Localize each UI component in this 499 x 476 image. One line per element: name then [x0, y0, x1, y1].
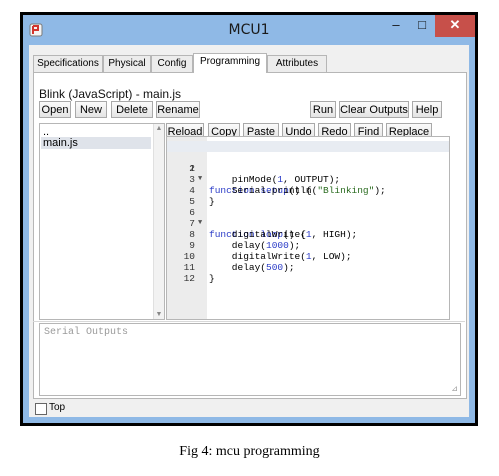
- code-line: 11 }: [167, 251, 224, 284]
- minimize-button[interactable]: –: [383, 15, 409, 37]
- code-line: 12: [167, 262, 224, 284]
- current-line-highlight: [167, 141, 449, 152]
- file-list-scrollbar[interactable]: ▲ ▼: [153, 124, 164, 319]
- maximize-button[interactable]: □: [409, 15, 435, 37]
- open-button[interactable]: Open: [39, 101, 71, 118]
- code-line: 10 delay(500);: [167, 240, 295, 273]
- scroll-up-icon[interactable]: ▲: [154, 125, 164, 132]
- code-line: 9 digitalWrite(1, LOW);: [167, 229, 351, 262]
- serial-placeholder: Serial Outputs: [44, 327, 129, 338]
- tab-programming[interactable]: Programming: [193, 53, 267, 73]
- top-label: Top: [49, 402, 66, 413]
- resize-grip-icon[interactable]: ⊿: [451, 384, 458, 393]
- mcu-window: MCU1 – □ ✕ Specifications Physical Confi…: [23, 15, 475, 423]
- file-title: Blink (JavaScript) - main.js: [39, 87, 182, 101]
- new-button[interactable]: New: [75, 101, 107, 118]
- close-button[interactable]: ✕: [435, 15, 475, 37]
- help-button[interactable]: Help: [412, 101, 442, 118]
- code-text: digitalWrite(1, HIGH);: [209, 229, 358, 240]
- clear-outputs-button[interactable]: Clear Outputs: [339, 101, 409, 118]
- code-text: Serial.println("Blinking");: [209, 185, 386, 196]
- panel-divider[interactable]: [33, 321, 465, 322]
- delete-button[interactable]: Delete: [111, 101, 153, 118]
- code-line: 6 ▼ function loop() {: [167, 196, 306, 240]
- tab-physical[interactable]: Physical: [103, 55, 151, 72]
- code-line: 8 delay(1000);: [167, 218, 300, 251]
- file-item-main-js[interactable]: main.js: [41, 137, 151, 149]
- code-line: 1 ▼ function setup() {: [167, 141, 449, 196]
- code-line: 2 pinMode(1, OUTPUT);: [167, 152, 340, 185]
- window-frame: MCU1 – □ ✕ Specifications Physical Confi…: [20, 12, 478, 426]
- code-line: 7 digitalWrite(1, HIGH);: [167, 207, 357, 240]
- tab-specifications[interactable]: Specifications: [33, 55, 103, 72]
- code-line: 5: [167, 185, 224, 207]
- code-text: digitalWrite(1, LOW);: [209, 251, 352, 262]
- code-editor[interactable]: 1 ▼ function setup() { 2 pinMode(1, OUTP…: [166, 136, 450, 320]
- rename-button[interactable]: Rename: [156, 101, 200, 118]
- code-line: 4 }: [167, 174, 224, 207]
- run-button[interactable]: Run: [310, 101, 336, 118]
- serial-output[interactable]: Serial Outputs ⊿: [39, 323, 461, 396]
- top-checkbox[interactable]: [35, 403, 47, 415]
- scroll-down-icon[interactable]: ▼: [154, 311, 164, 318]
- figure-caption: Fig 4: mcu programming: [179, 444, 320, 459]
- window-client: Specifications Physical Config Programmi…: [29, 45, 469, 417]
- line-number: 12: [183, 273, 195, 284]
- title-bar[interactable]: MCU1 – □ ✕: [23, 15, 475, 45]
- tab-attributes[interactable]: Attributes: [267, 55, 327, 72]
- file-list[interactable]: .. main.js ▲ ▼: [39, 123, 165, 320]
- tab-config[interactable]: Config: [151, 55, 193, 72]
- code-text: pinMode(1, OUTPUT);: [209, 174, 341, 185]
- code-line: 3 Serial.println("Blinking");: [167, 163, 385, 196]
